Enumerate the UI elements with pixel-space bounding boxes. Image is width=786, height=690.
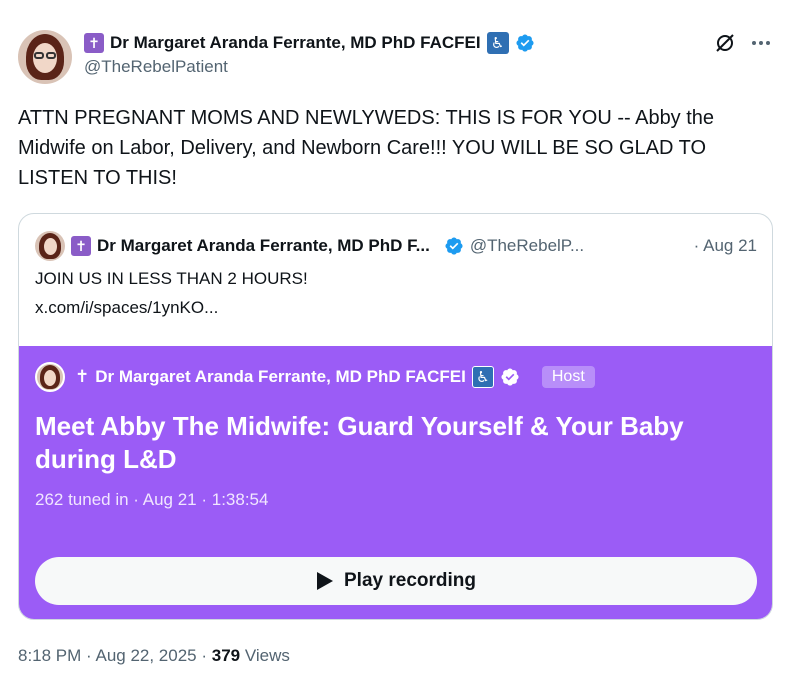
wheelchair-icon: ♿	[471, 366, 494, 388]
verified-badge-icon	[501, 368, 519, 386]
author-name-row[interactable]: ✝ Dr Margaret Aranda Ferrante, MD PhD FA…	[84, 30, 535, 56]
space-title: Meet Abby The Midwife: Guard Yourself & …	[35, 411, 684, 474]
author-handle[interactable]: @TheRebelPatient	[84, 57, 228, 77]
space-host-name: Dr Margaret Aranda Ferrante, MD PhD FACF…	[95, 367, 466, 386]
quote-author-handle[interactable]: @TheRebelP...	[470, 236, 584, 256]
space-host-avatar	[35, 362, 65, 392]
quote-date[interactable]: · Aug 21	[694, 236, 757, 256]
play-recording-button[interactable]: Play recording	[35, 557, 757, 605]
views-label: Views	[240, 646, 290, 665]
play-icon	[317, 572, 333, 590]
quote-tweet-card[interactable]: ✝ Dr Margaret Aranda Ferrante, MD PhD F.…	[18, 213, 773, 620]
quote-text-line: JOIN US IN LESS THAN 2 HOURS!	[35, 269, 308, 288]
views-count: 379	[211, 646, 241, 665]
quote-author-avatar[interactable]	[35, 231, 65, 261]
wheelchair-icon: ♿	[486, 32, 509, 54]
quote-author-name[interactable]: Dr Margaret Aranda Ferrante, MD PhD F...	[97, 236, 430, 256]
quote-header: ✝ Dr Margaret Aranda Ferrante, MD PhD F.…	[35, 231, 757, 261]
space-meta: 262 tuned in · Aug 21 · 1:38:54	[35, 490, 269, 509]
tweet-footer: 8:18 PM · Aug 22, 2025 · 379 Views	[18, 646, 290, 666]
grok-icon[interactable]	[714, 32, 736, 54]
quote-link[interactable]: x.com/i/spaces/1ynKO...	[35, 298, 218, 318]
more-icon[interactable]	[750, 32, 772, 54]
author-name[interactable]: Dr Margaret Aranda Ferrante, MD PhD FACF…	[110, 33, 481, 53]
space-host-row: ✝ Dr Margaret Aranda Ferrante, MD PhD FA…	[35, 362, 595, 392]
cross-icon: ✝	[71, 236, 91, 256]
cross-icon: ✝	[75, 367, 90, 386]
host-tag: Host	[541, 366, 595, 388]
space-card[interactable]: ✝ Dr Margaret Aranda Ferrante, MD PhD FA…	[19, 346, 772, 619]
author-avatar[interactable]	[18, 30, 72, 84]
tweet-text: ATTN PREGNANT MOMS AND NEWLYWEDS: THIS I…	[18, 107, 715, 189]
tweet-timestamp[interactable]: 8:18 PM · Aug 22, 2025 ·	[18, 646, 212, 665]
play-recording-label: Play recording	[344, 570, 476, 591]
verified-badge-icon	[516, 34, 534, 52]
verified-badge-icon	[445, 237, 463, 255]
cross-icon: ✝	[84, 33, 104, 53]
